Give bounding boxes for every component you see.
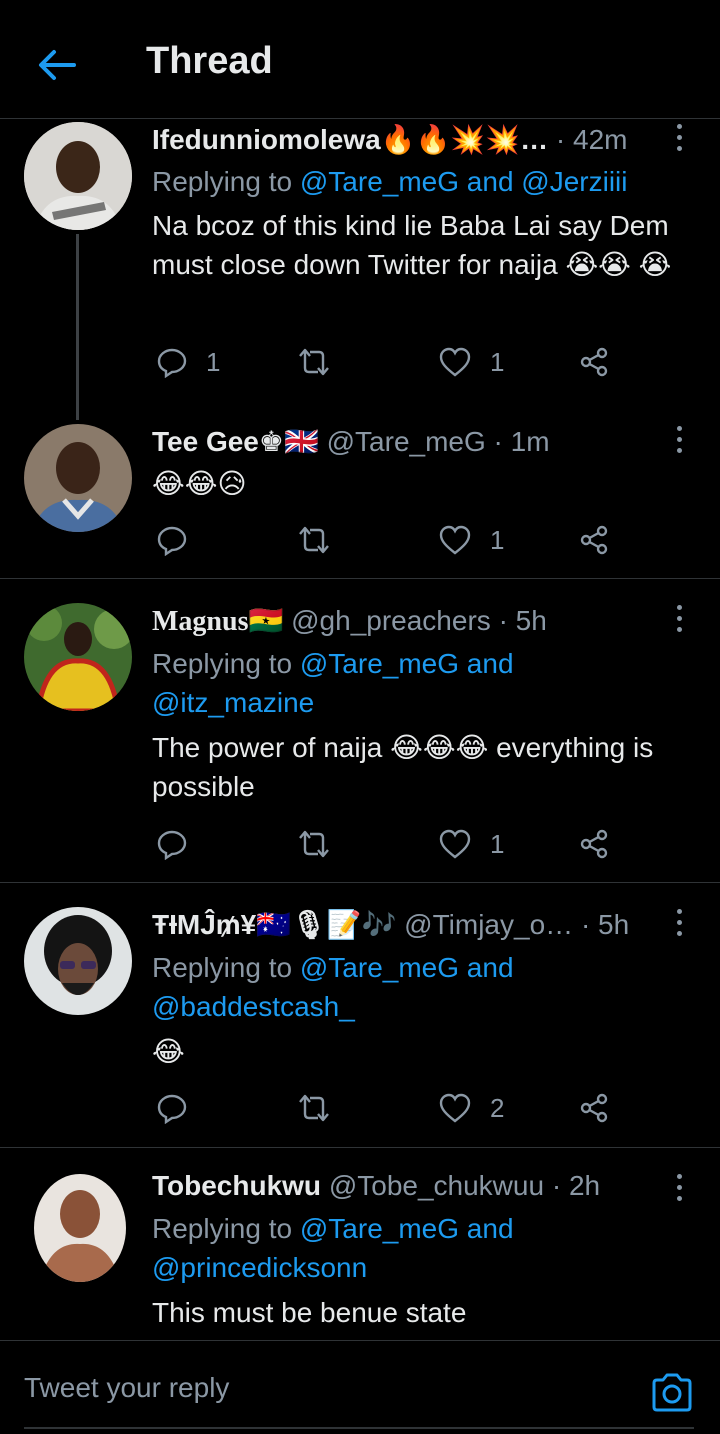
reply-icon xyxy=(157,830,187,860)
input-underline xyxy=(24,1427,694,1429)
retweet-button[interactable] xyxy=(296,822,332,866)
reply-input[interactable]: Tweet your reply xyxy=(24,1363,624,1413)
timestamp: · 5h xyxy=(498,605,547,636)
more-options-icon[interactable] xyxy=(674,124,684,154)
like-button[interactable]: 1 xyxy=(438,518,504,562)
like-count: 1 xyxy=(490,524,505,555)
heart-icon xyxy=(439,829,471,859)
reply-icon xyxy=(157,526,187,556)
reply-button[interactable] xyxy=(156,1086,188,1130)
replying-prefix: Replying to xyxy=(152,648,300,679)
reply-icon xyxy=(157,348,187,378)
tweet-body: Na bcoz of this kind lie Baba Lai say De… xyxy=(152,210,672,280)
display-name[interactable]: Magnus🇬🇭 xyxy=(152,606,283,637)
mention-link[interactable]: @Tare_meG and xyxy=(300,1213,514,1244)
handle: @Tare_meG xyxy=(326,426,486,457)
replying-prefix: Replying to xyxy=(152,1213,300,1244)
more-options-icon[interactable] xyxy=(674,426,684,456)
tweet-body: This must be benue state xyxy=(152,1297,467,1328)
tweet-body: The power of naija 😂😂😂 everything is pos… xyxy=(152,732,654,802)
avatar[interactable] xyxy=(24,424,132,532)
retweet-button[interactable] xyxy=(296,340,332,384)
share-icon xyxy=(580,525,608,555)
reply-composer: Tweet your reply xyxy=(0,1340,720,1434)
share-button[interactable] xyxy=(578,340,610,384)
heart-icon xyxy=(439,525,471,555)
display-name[interactable]: Tobechukwu xyxy=(152,1170,321,1201)
display-name[interactable]: Tee Gee♚🇬🇧 xyxy=(152,426,319,457)
avatar[interactable] xyxy=(24,907,132,1015)
avatar[interactable] xyxy=(34,1174,126,1282)
more-options-icon[interactable] xyxy=(674,605,684,635)
retweet-icon xyxy=(299,348,329,376)
display-name[interactable]: Ifedunniomolewa🔥🔥💥💥… xyxy=(152,124,548,155)
action-bar: 1 1 xyxy=(152,340,632,384)
tweet-body: 😂 xyxy=(152,1036,185,1067)
retweet-icon xyxy=(299,1094,329,1122)
share-button[interactable] xyxy=(578,518,610,562)
tweet-item[interactable]: Ifedunniomolewa🔥🔥💥💥… · 42m Replying to @… xyxy=(0,118,720,420)
tweet-item[interactable]: Tee Gee♚🇬🇧 @Tare_meG · 1m 😂😂😥 1 xyxy=(0,418,720,579)
reply-button[interactable] xyxy=(156,822,188,866)
mention-link[interactable]: @itz_mazine xyxy=(152,687,314,718)
tweet-item[interactable]: ŦƗMĴ₥¥🇦🇺🎙📝🎶 @Timjay_o… · 5h Replying to … xyxy=(0,883,720,1148)
action-bar: 1 xyxy=(152,822,632,866)
tweet-body: 😂😂😥 xyxy=(152,468,247,499)
retweet-icon xyxy=(299,526,329,554)
action-bar: 2 xyxy=(152,1086,632,1130)
camera-icon[interactable] xyxy=(650,1371,694,1413)
like-button[interactable]: 2 xyxy=(438,1086,504,1130)
replying-to: Replying to @Tare_meG and @baddestcash_ xyxy=(152,948,690,1026)
like-count: 1 xyxy=(490,346,505,377)
mention-link[interactable]: @princedicksonn xyxy=(152,1252,367,1283)
retweet-icon xyxy=(299,830,329,858)
action-bar: 1 xyxy=(152,518,632,562)
share-icon xyxy=(580,347,608,377)
like-count: 1 xyxy=(490,828,505,859)
tweet-item[interactable]: Tobechukwu @Tobe_chukwuu · 2h Replying t… xyxy=(0,1148,720,1340)
mention-link[interactable]: @Tare_meG and xyxy=(300,648,514,679)
back-arrow-icon[interactable] xyxy=(36,44,78,86)
like-button[interactable]: 1 xyxy=(438,340,504,384)
timestamp: · 42m xyxy=(555,124,628,155)
like-count: 2 xyxy=(490,1092,505,1123)
handle: @Timjay_o… xyxy=(404,909,574,940)
reply-button[interactable]: 1 xyxy=(156,340,220,384)
retweet-button[interactable] xyxy=(296,518,332,562)
replying-to: Replying to @Tare_meG and @Jerziiii xyxy=(152,162,690,201)
share-icon xyxy=(580,829,608,859)
timestamp: · 5h xyxy=(580,909,630,940)
heart-icon xyxy=(439,1093,471,1123)
thread-connector xyxy=(76,234,79,420)
timestamp: · 1m xyxy=(493,426,550,457)
timestamp: · 2h xyxy=(551,1170,601,1201)
like-button[interactable]: 1 xyxy=(438,822,504,866)
avatar[interactable] xyxy=(24,122,132,230)
tweet-item[interactable]: Magnus🇬🇭 @gh_preachers · 5h Replying to … xyxy=(0,579,720,883)
page-title: Thread xyxy=(146,40,273,82)
reply-count: 1 xyxy=(206,346,221,377)
header-bar: Thread xyxy=(0,0,720,119)
share-button[interactable] xyxy=(578,1086,610,1130)
heart-icon xyxy=(439,347,471,377)
mention-link[interactable]: @Tare_meG and xyxy=(300,952,514,983)
mention-link[interactable]: @Tare_meG and @Jerziiii xyxy=(300,166,628,197)
avatar[interactable] xyxy=(24,603,132,711)
replying-to: Replying to @Tare_meG and @princedickson… xyxy=(152,1209,690,1287)
handle: @Tobe_chukwuu xyxy=(328,1170,545,1201)
replying-prefix: Replying to xyxy=(152,952,300,983)
replying-prefix: Replying to xyxy=(152,166,300,197)
more-options-icon[interactable] xyxy=(674,1174,684,1204)
display-name[interactable]: ŦƗMĴ₥¥🇦🇺🎙📝🎶 xyxy=(152,909,396,940)
replying-to: Replying to @Tare_meG and @itz_mazine xyxy=(152,644,690,722)
mention-link[interactable]: @baddestcash_ xyxy=(152,991,355,1022)
handle: @gh_preachers xyxy=(291,605,491,636)
reply-button[interactable] xyxy=(156,518,188,562)
more-options-icon[interactable] xyxy=(674,909,684,939)
share-button[interactable] xyxy=(578,822,610,866)
reply-icon xyxy=(157,1094,187,1124)
share-icon xyxy=(580,1093,608,1123)
retweet-button[interactable] xyxy=(296,1086,332,1130)
